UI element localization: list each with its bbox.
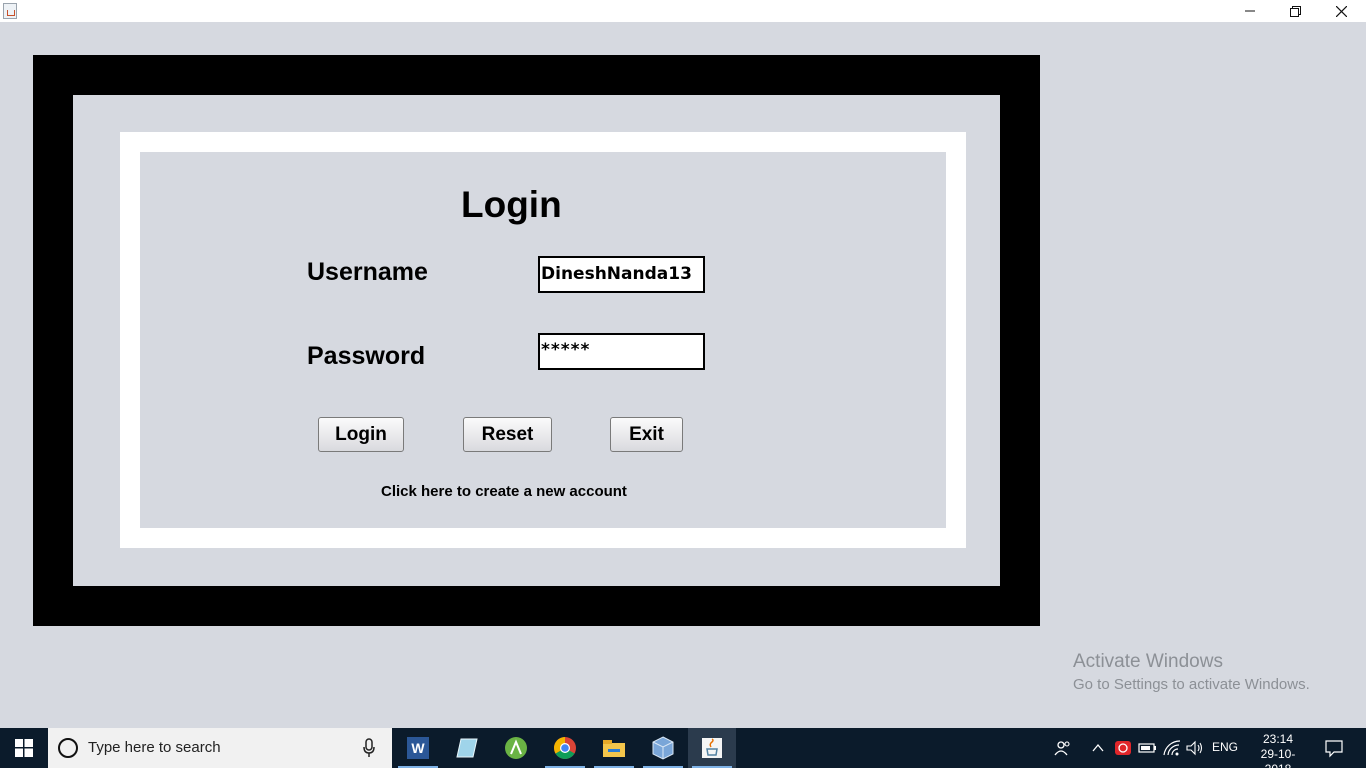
page-title: Login bbox=[461, 184, 562, 225]
minimize-button[interactable] bbox=[1227, 0, 1273, 22]
people-tray[interactable] bbox=[1054, 738, 1072, 758]
antivirus-icon bbox=[1115, 741, 1131, 755]
windows-logo-icon bbox=[15, 739, 33, 757]
volume-tray[interactable] bbox=[1186, 738, 1204, 758]
taskbar-file-explorer[interactable] bbox=[590, 728, 638, 768]
minimize-icon bbox=[1245, 10, 1255, 12]
battery-icon bbox=[1138, 743, 1156, 753]
close-icon bbox=[1335, 5, 1347, 17]
taskbar-virtualbox[interactable] bbox=[639, 728, 687, 768]
username-field[interactable]: DineshNanda13 bbox=[538, 256, 705, 293]
notification-icon bbox=[1325, 740, 1343, 758]
action-center-button[interactable] bbox=[1324, 738, 1344, 763]
cortana-icon bbox=[58, 738, 78, 758]
exit-button[interactable]: Exit bbox=[610, 417, 683, 452]
java-cup-icon bbox=[3, 3, 17, 19]
input-language[interactable]: ENG bbox=[1212, 740, 1238, 754]
file-explorer-icon bbox=[603, 740, 625, 757]
window-title-bar bbox=[0, 0, 1366, 22]
close-button[interactable] bbox=[1318, 0, 1364, 22]
word-icon: W bbox=[407, 737, 429, 759]
battery-tray[interactable] bbox=[1138, 738, 1158, 758]
restore-button[interactable] bbox=[1272, 0, 1318, 22]
taskbar-java-app[interactable] bbox=[688, 728, 736, 768]
taskbar-android-studio[interactable] bbox=[492, 728, 540, 768]
clock[interactable]: 23:14 29-10-2018 bbox=[1248, 732, 1308, 768]
microphone-icon[interactable] bbox=[362, 738, 376, 758]
chrome-icon bbox=[554, 737, 576, 759]
wifi-icon bbox=[1163, 740, 1181, 756]
login-button[interactable]: Login bbox=[318, 417, 404, 452]
search-placeholder: Type here to search bbox=[88, 739, 221, 756]
maximize-icon bbox=[1289, 5, 1301, 17]
taskbar-search-box[interactable]: Type here to search bbox=[48, 728, 392, 768]
network-tray[interactable] bbox=[1162, 738, 1182, 758]
speaker-icon bbox=[1186, 740, 1203, 756]
show-hidden-icons[interactable] bbox=[1091, 738, 1105, 758]
java-icon bbox=[702, 738, 722, 758]
svg-text:W: W bbox=[411, 740, 425, 756]
username-label: Username bbox=[307, 258, 428, 286]
clock-time: 23:14 bbox=[1262, 732, 1294, 746]
android-studio-icon bbox=[505, 737, 527, 759]
start-button[interactable] bbox=[0, 728, 48, 768]
create-account-link[interactable]: Click here to create a new account bbox=[381, 483, 627, 501]
security-tray[interactable] bbox=[1114, 738, 1132, 758]
activation-watermark-title: Activate Windows bbox=[1073, 651, 1223, 672]
reset-button[interactable]: Reset bbox=[463, 417, 552, 452]
taskbar-notepad[interactable] bbox=[443, 728, 491, 768]
password-field[interactable]: ***** bbox=[538, 333, 705, 370]
taskbar: Type here to search W ENG 23:14 29-10- bbox=[0, 728, 1366, 768]
notepad-icon bbox=[456, 738, 478, 758]
chevron-up-icon bbox=[1092, 743, 1104, 752]
taskbar-chrome[interactable] bbox=[541, 728, 589, 768]
taskbar-word[interactable]: W bbox=[394, 728, 442, 768]
activation-watermark-subtitle: Go to Settings to activate Windows. bbox=[1073, 676, 1310, 693]
password-label: Password bbox=[307, 342, 426, 370]
clock-date: 29-10-2018 bbox=[1260, 747, 1296, 768]
people-icon bbox=[1054, 741, 1070, 756]
virtualbox-icon bbox=[652, 736, 674, 760]
